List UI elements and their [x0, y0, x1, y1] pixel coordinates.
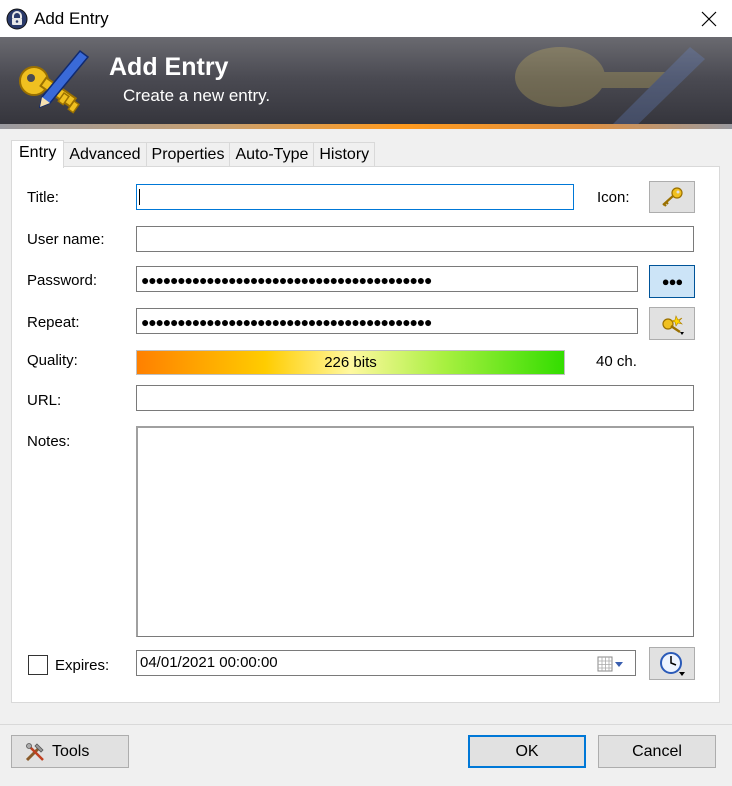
title-input[interactable]: [136, 184, 574, 210]
window-title: Add Entry: [34, 9, 109, 28]
tab-properties[interactable]: Properties: [145, 142, 231, 168]
close-icon: [701, 11, 717, 26]
tab-strip: Entry Advanced Properties Auto-Type Hist…: [11, 140, 376, 168]
url-label: URL:: [27, 392, 62, 409]
ok-button[interactable]: OK: [468, 735, 586, 768]
text-caret: [139, 189, 140, 205]
banner-title: Add Entry: [109, 53, 229, 81]
toggle-password-mask-button[interactable]: ●●●: [649, 265, 695, 298]
banner-watermark-icon: [515, 47, 705, 129]
repeat-password-input[interactable]: ●●●●●●●●●●●●●●●●●●●●●●●●●●●●●●●●●●●●●●●●: [136, 308, 638, 334]
password-generator-button[interactable]: [649, 307, 695, 340]
icon-picker-button[interactable]: [649, 181, 695, 213]
title-label: Title:: [27, 189, 59, 206]
keepass-lock-icon: [6, 8, 28, 30]
calendar-dropdown-icon[interactable]: [597, 655, 625, 673]
tab-entry[interactable]: Entry: [11, 140, 65, 168]
close-button[interactable]: [686, 0, 732, 37]
password-input[interactable]: ●●●●●●●●●●●●●●●●●●●●●●●●●●●●●●●●●●●●●●●●: [136, 266, 638, 292]
repeat-masked-value: ●●●●●●●●●●●●●●●●●●●●●●●●●●●●●●●●●●●●●●●●: [141, 314, 432, 330]
icon-label: Icon:: [597, 189, 630, 206]
tools-button[interactable]: Tools: [11, 735, 129, 768]
tab-auto-type[interactable]: Auto-Type: [229, 142, 315, 168]
url-input[interactable]: [136, 385, 694, 411]
key-pen-icon: [19, 49, 90, 114]
tab-advanced[interactable]: Advanced: [63, 142, 147, 168]
title-bar: Add Entry: [0, 0, 732, 37]
tools-label: Tools: [52, 742, 90, 760]
notes-textarea[interactable]: [136, 426, 694, 637]
expiry-presets-button[interactable]: [649, 647, 695, 680]
character-count: 40 ch.: [596, 353, 637, 370]
banner-stripe: [0, 124, 732, 129]
quality-label: Quality:: [27, 352, 78, 369]
expires-label: Expires:: [55, 657, 110, 674]
username-label: User name:: [27, 231, 105, 248]
tools-icon: [25, 742, 44, 761]
banner-subtitle: Create a new entry.: [123, 86, 271, 105]
password-quality-bar: 226 bits: [136, 350, 565, 375]
repeat-label: Repeat:: [27, 314, 80, 331]
expiry-date-value: 04/01/2021 00:00:00: [140, 654, 278, 671]
clock-icon: [660, 651, 685, 676]
username-input[interactable]: [136, 226, 694, 252]
notes-label: Notes:: [27, 433, 71, 450]
quality-bits-text: 226 bits: [324, 354, 377, 371]
password-masked-value: ●●●●●●●●●●●●●●●●●●●●●●●●●●●●●●●●●●●●●●●●: [141, 272, 432, 288]
cancel-button[interactable]: Cancel: [598, 735, 716, 768]
dialog-banner: Add Entry Create a new entry.: [0, 37, 732, 129]
key-icon: [662, 187, 683, 207]
expires-checkbox[interactable]: [28, 655, 48, 675]
tab-history[interactable]: History: [313, 142, 376, 168]
key-wand-icon: [662, 314, 684, 335]
expiry-date-picker[interactable]: 04/01/2021 00:00:00: [136, 650, 636, 676]
password-label: Password:: [27, 272, 98, 289]
